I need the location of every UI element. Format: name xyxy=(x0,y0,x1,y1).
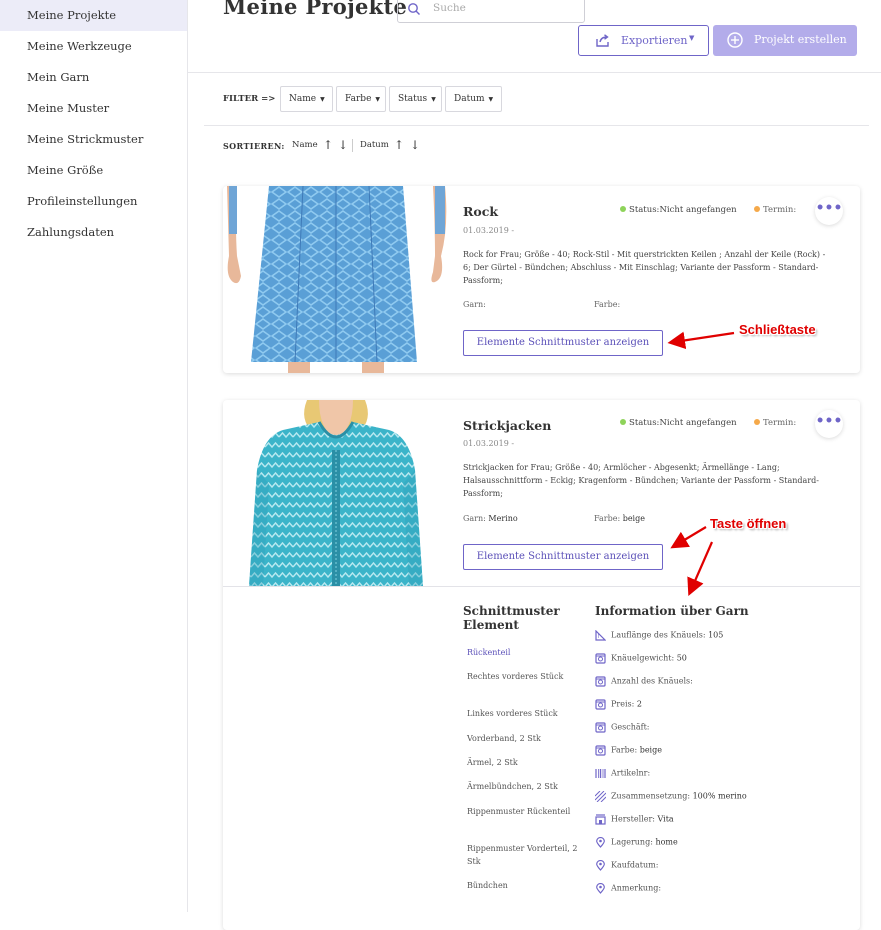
sidebar-item-projects[interactable]: Meine Projekte xyxy=(0,0,187,31)
arrow-icon xyxy=(667,331,735,350)
sidebar-item-yarn[interactable]: Mein Garn xyxy=(0,62,187,93)
main-content: Meine Projekte Suche Exportieren ▼ Proje… xyxy=(188,0,881,930)
arrow-icon xyxy=(670,526,707,549)
annotation-arrows xyxy=(667,331,735,597)
sidebar-item-knit-patterns[interactable]: Meine Strickmuster xyxy=(0,124,187,155)
sidebar-item-payment[interactable]: Zahlungsdaten xyxy=(0,217,187,248)
sidebar-item-size[interactable]: Meine Größe xyxy=(0,155,187,186)
sidebar: Meine Projekte Meine Werkzeuge Mein Garn… xyxy=(0,0,188,912)
sidebar-item-patterns[interactable]: Meine Muster xyxy=(0,93,187,124)
sidebar-item-tools[interactable]: Meine Werkzeuge xyxy=(0,31,187,62)
sidebar-item-profile[interactable]: Profileinstellungen xyxy=(0,186,187,217)
arrow-icon xyxy=(687,541,714,597)
